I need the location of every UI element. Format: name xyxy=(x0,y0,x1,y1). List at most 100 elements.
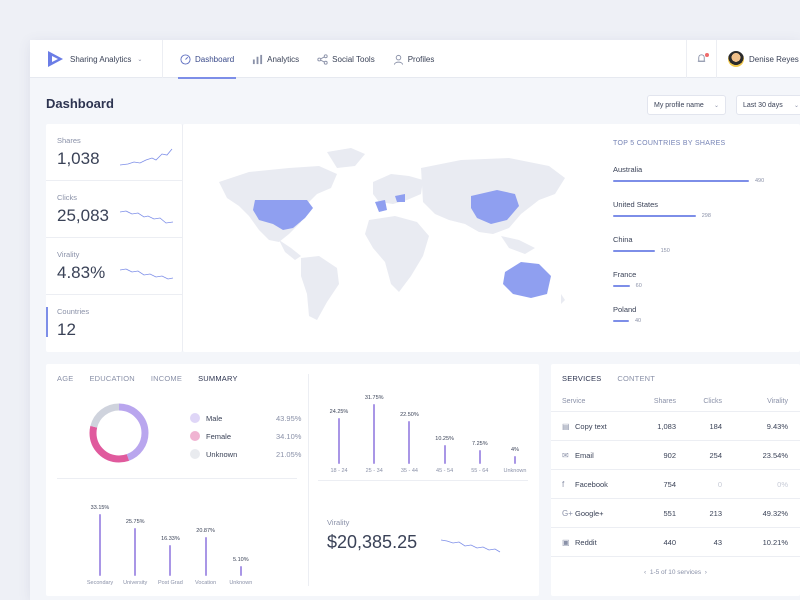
legend-swatch xyxy=(190,413,200,423)
country-name: Australia xyxy=(613,165,643,174)
country-row[interactable]: Poland 40 xyxy=(613,302,783,337)
stat-clicks[interactable]: Clicks 25,083 xyxy=(46,181,183,238)
legend-item-unknown[interactable]: Unknown 21.05% xyxy=(190,448,310,466)
bar-post-grad[interactable] xyxy=(169,545,172,576)
country-row[interactable]: France 60 xyxy=(613,267,783,302)
bar-value-label: 25.75% xyxy=(125,518,145,525)
table-row[interactable]: ▣ Reddit 440 43 10.21% xyxy=(551,528,800,557)
legend-item-male[interactable]: Male 43.95% xyxy=(190,412,310,430)
virality-label: Virality xyxy=(327,518,350,527)
tab-services[interactable]: SERVICES xyxy=(562,374,601,383)
country-bar xyxy=(613,250,655,252)
bar-18-24[interactable] xyxy=(338,418,340,464)
chevron-right-icon[interactable]: › xyxy=(705,569,707,576)
nav-analytics[interactable]: Analytics xyxy=(250,40,301,78)
country-row[interactable]: United States 298 xyxy=(613,197,783,232)
main-nav: Dashboard Analytics Social Tools Profile… xyxy=(178,40,437,79)
bar-45-54[interactable] xyxy=(443,444,446,464)
gender-legend: Male 43.95% Female 34.10% Unknown 21.05% xyxy=(190,412,310,466)
divider xyxy=(162,40,163,78)
virality-sparkline xyxy=(120,268,174,280)
top-countries-title: TOP 5 COUNTRIES BY SHARES xyxy=(613,140,726,147)
nav-profiles[interactable]: Profiles xyxy=(391,40,437,78)
tab-summary[interactable]: SUMMARY xyxy=(198,374,238,383)
map-region-southeast-asia xyxy=(501,236,535,254)
table-row[interactable]: G+ Google+ 551 213 49.32% xyxy=(551,499,800,528)
bar-value-label: 16.33% xyxy=(161,536,180,543)
stat-virality[interactable]: Virality 4.83% xyxy=(46,238,183,295)
bar-value-label: 20.87% xyxy=(196,527,215,534)
virality-value: $20,385.25 xyxy=(327,532,418,552)
column-header-virality[interactable]: Virality xyxy=(767,398,788,405)
legend-label: Female xyxy=(206,432,232,441)
bar-value-label: 33.15% xyxy=(90,505,110,511)
bar-unknown[interactable] xyxy=(239,566,242,576)
stat-shares[interactable]: Shares 1,038 xyxy=(46,124,183,181)
profile-select[interactable]: My profile name ⌄ xyxy=(647,95,726,115)
service-name: Google+ xyxy=(575,509,604,518)
clicks-cell: 184 xyxy=(709,422,722,431)
bar-secondary[interactable] xyxy=(99,514,101,576)
legend-swatch xyxy=(190,449,200,459)
notification-dot xyxy=(705,53,709,57)
country-name: China xyxy=(613,235,633,244)
chevron-left-icon[interactable]: ‹ xyxy=(644,569,646,576)
google-plus-icon: G+ xyxy=(562,508,573,518)
column-header-shares[interactable]: Shares xyxy=(654,398,676,405)
legend-label: Male xyxy=(206,414,223,423)
bar-25-34[interactable] xyxy=(373,404,376,464)
country-bar xyxy=(613,285,630,287)
service-cell: ▤ Copy text xyxy=(562,422,607,431)
map-region-australia xyxy=(503,262,551,298)
pagination-label: 1-5 of 10 services xyxy=(649,569,702,576)
tab-education[interactable]: EDUCATION xyxy=(89,374,134,383)
bar-vocation[interactable] xyxy=(204,536,207,576)
bar-55-64[interactable] xyxy=(478,450,481,464)
column-header-clicks[interactable]: Clicks xyxy=(703,398,722,405)
country-row[interactable]: Australia 490 xyxy=(613,162,783,197)
document-icon: ▤ xyxy=(562,421,570,431)
gender-donut-chart xyxy=(89,403,149,463)
stat-countries[interactable]: Countries 12 xyxy=(46,295,183,352)
tab-income[interactable]: INCOME xyxy=(151,374,182,383)
reddit-icon: ▣ xyxy=(562,537,570,547)
table-row[interactable]: f Facebook 754 0 0% xyxy=(551,470,800,499)
range-select-value: Last 30 days xyxy=(743,101,783,109)
nav-label: Dashboard xyxy=(195,54,235,64)
country-name: United States xyxy=(613,200,659,209)
chevron-down-icon: ⌄ xyxy=(793,102,799,109)
virality-cell: 0% xyxy=(777,480,788,489)
education-bar-chart: 33.15% Secondary 25.75% University 16.33% Pos… xyxy=(57,488,297,588)
country-row[interactable]: China 150 xyxy=(613,232,783,267)
tab-age[interactable]: AGE xyxy=(57,374,73,383)
brand-switcher[interactable]: Sharing Analytics ⌄ xyxy=(46,40,142,78)
stat-value: 25,083 xyxy=(57,206,109,225)
map-region-greenland xyxy=(327,148,365,168)
tab-content[interactable]: CONTENT xyxy=(617,374,655,383)
nav-label: Social Tools xyxy=(332,54,375,64)
bar-value-label: 5.10% xyxy=(232,557,249,564)
user-menu[interactable]: Denise Reyes xyxy=(728,40,799,78)
stat-label: Virality xyxy=(57,250,80,259)
country-bar xyxy=(613,320,629,322)
legend-item-female[interactable]: Female 34.10% xyxy=(190,430,310,448)
nav-social-tools[interactable]: Social Tools xyxy=(315,40,377,78)
bar-value-label: 7.25% xyxy=(471,441,488,448)
table-row[interactable]: ✉ Email 902 254 23.54% xyxy=(551,441,800,470)
table-row[interactable]: ▤ Copy text 1,083 184 9.43% xyxy=(551,412,800,441)
bar-35-44[interactable] xyxy=(408,421,411,464)
divider xyxy=(716,40,717,78)
chevron-down-icon: ⌄ xyxy=(713,102,719,109)
bar-unknown[interactable] xyxy=(514,456,516,464)
country-name: Poland xyxy=(613,305,637,314)
column-header-service[interactable]: Service xyxy=(562,398,585,405)
facebook-icon: f xyxy=(562,479,565,489)
range-select[interactable]: Last 30 days ⌄ xyxy=(736,95,800,115)
shares-sparkline xyxy=(120,148,173,166)
services-tabs: SERVICES CONTENT xyxy=(562,374,655,383)
bar-value-label: 10.25% xyxy=(435,435,454,442)
nav-dashboard[interactable]: Dashboard xyxy=(178,40,237,79)
bar-university[interactable] xyxy=(134,527,137,576)
bar-value-label: 31.75% xyxy=(364,395,384,401)
world-map[interactable] xyxy=(209,144,573,324)
